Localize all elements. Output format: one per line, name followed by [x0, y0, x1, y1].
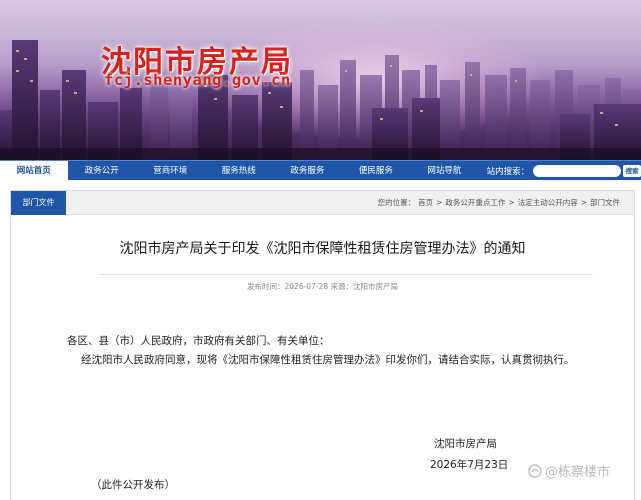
city-skyline-image	[0, 40, 641, 160]
breadcrumb-bar: 部门文件 您的位置： 首页 > 政务公开重点工作 > 法定主动公开内容 > 部门…	[11, 191, 634, 215]
breadcrumb-key-work-link[interactable]: 政务公开重点工作	[445, 191, 505, 215]
signature-date: 2026年7月23日	[430, 459, 509, 471]
breadcrumb: 您的位置： 首页 > 政务公开重点工作 > 法定主动公开内容 > 部门文件	[378, 191, 620, 215]
article-title: 沈阳市房产局关于印发《沈阳市保障性租赁住房管理办法》的通知	[119, 241, 526, 257]
breadcrumb-prefix: 您的位置：	[377, 198, 416, 207]
nav-item-government-services[interactable]: 政务服务	[273, 161, 342, 181]
article-meta: 发布时间：2026-07-28 来源：沈阳市房产局	[247, 282, 398, 291]
search-button[interactable]: 搜索	[623, 164, 641, 177]
signature-org: 沈阳市房产局	[434, 438, 497, 450]
main-nav: 网站首页 政务公开 营商环境 服务热线 政务服务 便民服务 网站导航 站内搜索：…	[0, 160, 641, 181]
article-paragraph: 经沈阳市人民政府同意，现将《沈阳市保障性租赁住房管理办法》印发你们，请结合实际，…	[81, 354, 575, 366]
search-input[interactable]	[533, 164, 622, 177]
section-tab: 部门文件	[11, 191, 66, 215]
breadcrumb-separator: >	[508, 198, 515, 207]
breadcrumb-home-link[interactable]: 首页	[418, 191, 433, 215]
site-url: fcj.shenyang.gov.cn	[104, 71, 291, 89]
watermark-logo-icon	[528, 463, 542, 478]
breadcrumb-separator: >	[580, 198, 587, 207]
search-label: 站内搜索：	[486, 166, 530, 177]
breadcrumb-separator: >	[436, 198, 443, 207]
source-watermark: @栋察楼市	[528, 461, 610, 480]
nav-item-site-navigation[interactable]: 网站导航	[410, 161, 479, 181]
watermark-text: @栋察楼市	[545, 465, 611, 480]
article-footnote: （此件公开发布）	[91, 479, 175, 491]
nav-item-home[interactable]: 网站首页	[0, 160, 68, 181]
nav-item-government-affairs[interactable]: 政务公开	[68, 161, 137, 181]
nav-item-business-environment[interactable]: 营商环境	[136, 161, 205, 181]
title-divider	[99, 274, 593, 275]
breadcrumb-public-content-link[interactable]: 法定主动公开内容	[518, 191, 578, 215]
nav-item-service-hotline[interactable]: 服务热线	[205, 161, 274, 181]
breadcrumb-current[interactable]: 部门文件	[590, 191, 620, 215]
article-salutation: 各区、县（市）人民政府，市政府有关部门、有关单位：	[67, 335, 330, 347]
site-banner: 沈阳市房产局 fcj.shenyang.gov.cn	[0, 0, 641, 160]
nav-item-convenience-services[interactable]: 便民服务	[342, 161, 411, 181]
content-frame: 部门文件 您的位置： 首页 > 政务公开重点工作 > 法定主动公开内容 > 部门…	[10, 190, 635, 500]
